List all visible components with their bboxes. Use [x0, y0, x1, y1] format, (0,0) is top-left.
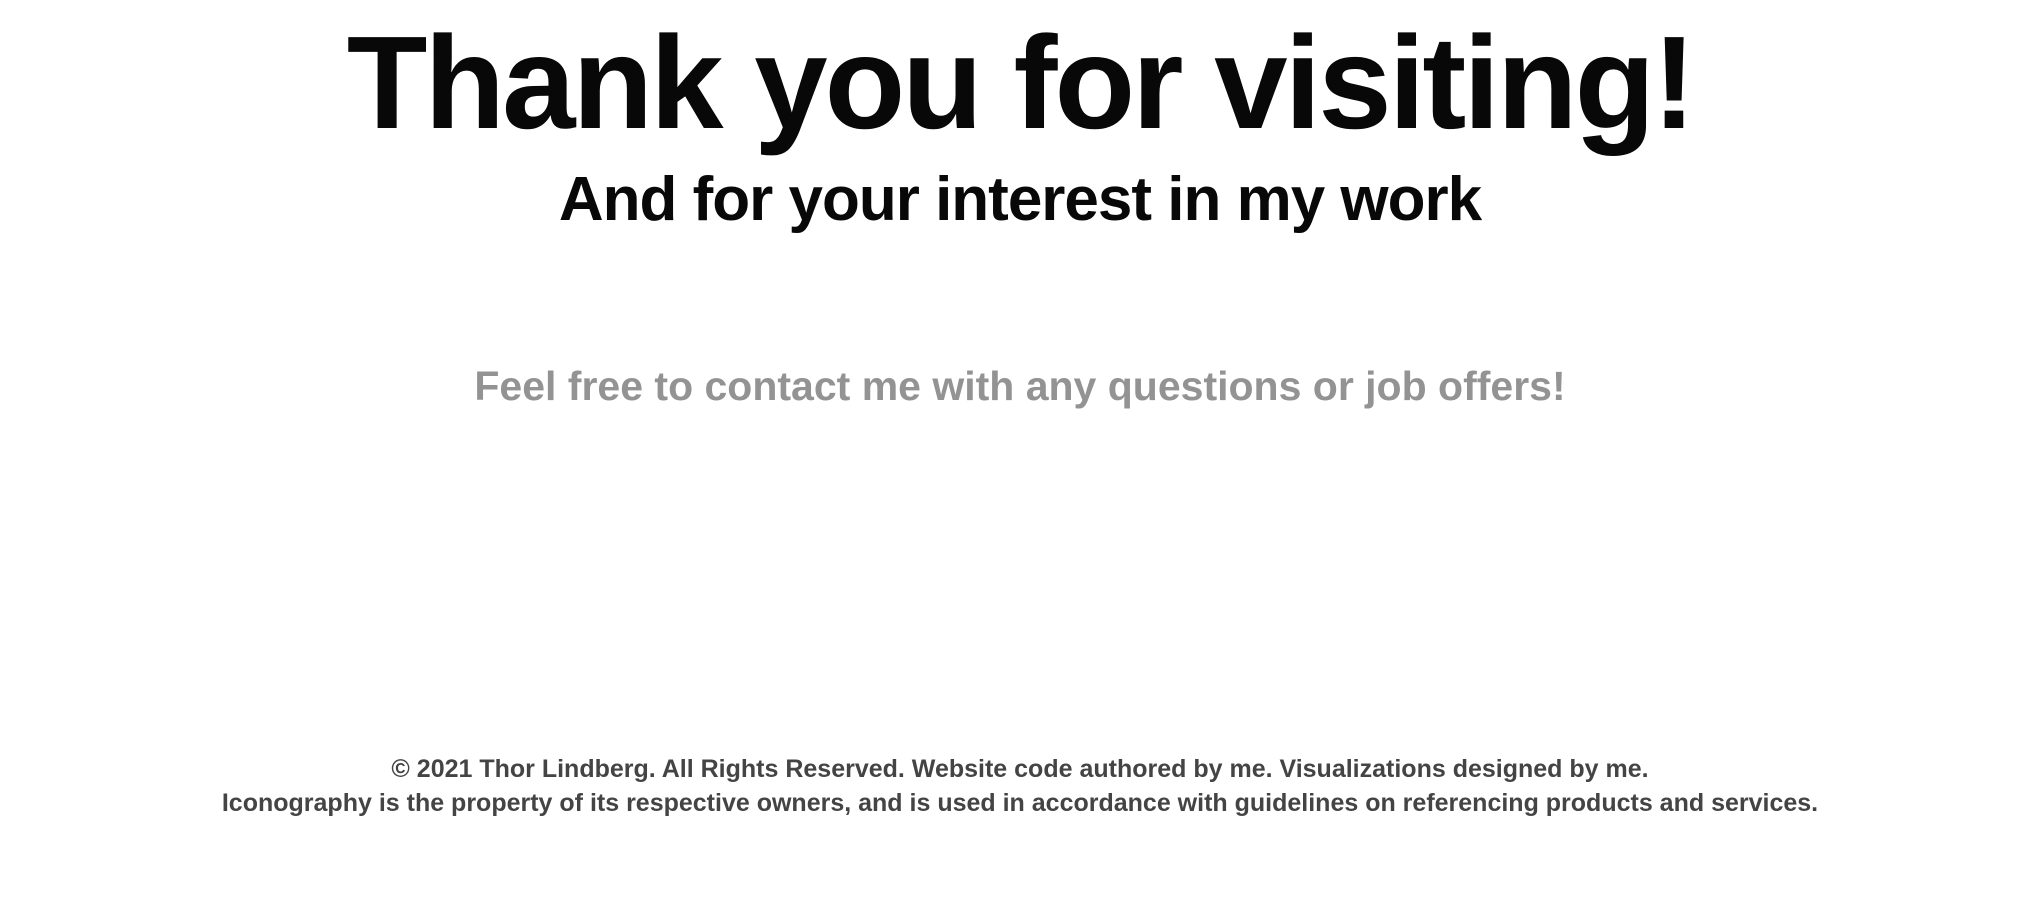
page-subtitle: And for your interest in my work	[558, 165, 1482, 234]
iconography-notice: Iconography is the property of its respe…	[221, 789, 1819, 817]
footer: © 2021 Thor Lindberg. All Rights Reserve…	[0, 752, 2040, 820]
page: Thank you for visiting! And for your int…	[0, 0, 2040, 900]
copyright-notice: © 2021 Thor Lindberg. All Rights Reserve…	[391, 755, 1649, 783]
page-title: Thank you for visiting!	[346, 9, 1696, 156]
contact-invitation: Feel free to contact me with any questio…	[474, 363, 1566, 409]
